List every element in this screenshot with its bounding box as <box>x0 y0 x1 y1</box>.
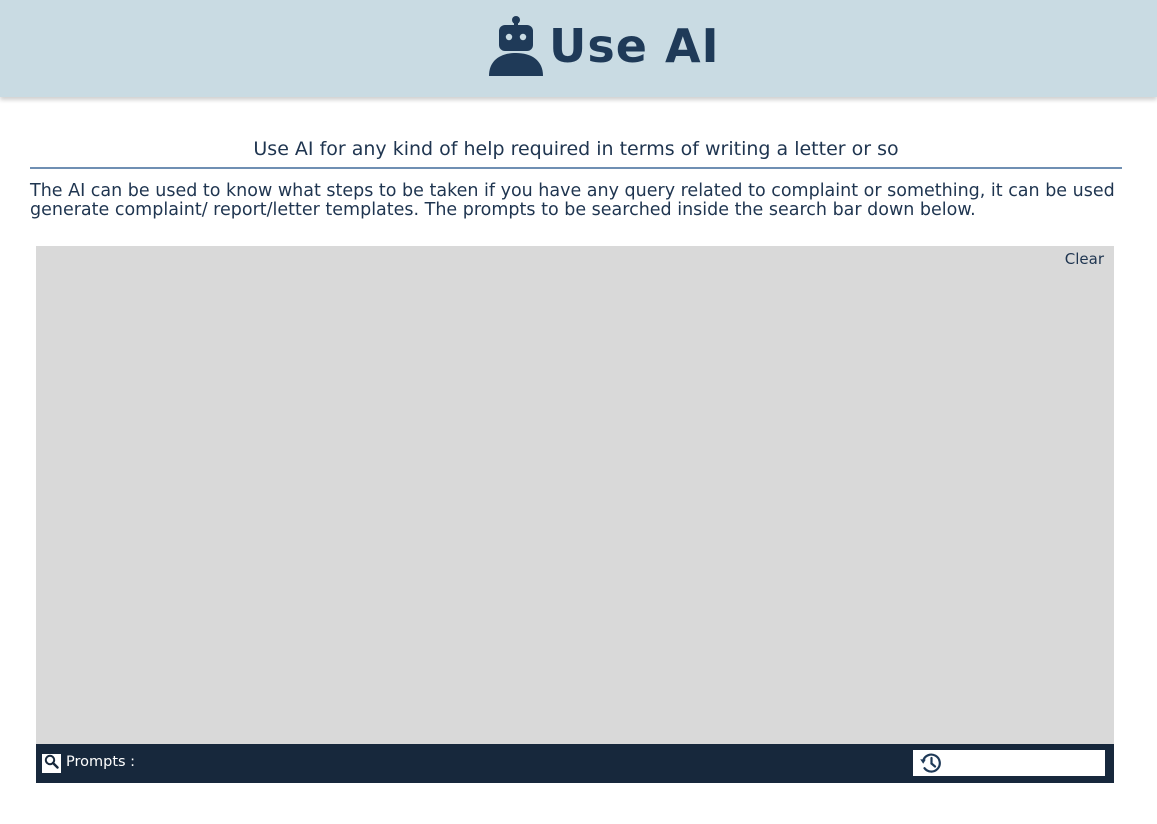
intro-description: The AI can be used to know what steps to… <box>30 181 1115 220</box>
history-icon[interactable] <box>919 751 943 775</box>
prompts-label: Prompts : <box>66 754 136 770</box>
search-button[interactable] <box>42 754 61 773</box>
history-search-box[interactable] <box>913 750 1105 776</box>
robot-icon <box>487 15 545 77</box>
intro-subtitle-container: Use AI for any kind of help required in … <box>30 130 1122 168</box>
clear-button[interactable]: Clear <box>1065 250 1104 268</box>
chat-output-area[interactable]: Clear <box>36 246 1114 744</box>
divider <box>30 167 1122 169</box>
prompt-input[interactable] <box>947 752 1103 776</box>
brand-logo[interactable]: Use AI <box>487 14 720 78</box>
prompt-bar: Prompts : <box>36 744 1114 783</box>
app-header: Use AI <box>0 0 1157 97</box>
intro-subtitle: Use AI for any kind of help required in … <box>253 138 899 160</box>
search-icon <box>44 754 59 773</box>
brand-title: Use AI <box>549 19 720 73</box>
